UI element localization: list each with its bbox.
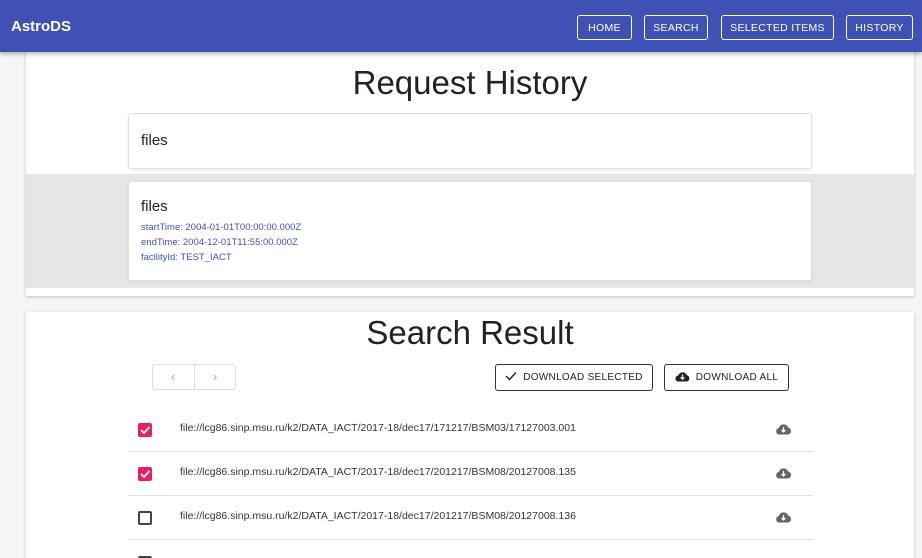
cloud-download-icon [675,371,690,385]
download-selected-label: DOWNLOAD SELECTED [523,372,643,383]
search-button[interactable]: SEARCH [644,15,708,40]
download-all-label: DOWNLOAD ALL [695,372,779,383]
app-title: AstroDS [11,18,72,35]
check-icon [505,371,517,384]
history-button[interactable]: HISTORY [846,15,913,40]
request-history-card: Request History files files startTime: 2… [26,52,914,296]
history-param-end-time: endTime: 2004-12-01T11:55:00.000Z [141,237,298,248]
file-path: file://lcg86.sinp.msu.ru/k2/DATA_IACT/20… [180,510,576,522]
next-page-button[interactable]: › [205,369,225,384]
row-checkbox[interactable] [138,511,152,525]
checkmark-icon [140,426,151,435]
home-button[interactable]: HOME [577,15,632,40]
results-title: Search Result [366,314,574,351]
file-path: file://lcg86.sinp.msu.ru/k2/DATA_IACT/20… [180,466,576,478]
pagination: ‹ › [152,364,236,390]
pager-divider [194,365,195,389]
history-param-start-time: startTime: 2004-01-01T00:00:00.000Z [141,222,302,233]
result-row: file://lcg86.sinp.msu.ru/k2/DATA_IACT/20… [128,496,812,540]
result-row: file://lcg86.sinp.msu.ru/k2/DATA_IACT/20… [128,408,812,452]
result-row-partial [128,540,812,558]
history-param-facility-id: facilityId: TEST_IACT [141,252,232,263]
cloud-download-icon[interactable] [775,466,792,484]
file-path: file://lcg86.sinp.msu.ru/k2/DATA_IACT/20… [180,422,576,434]
history-item-name: files [141,132,168,149]
download-selected-button[interactable]: DOWNLOAD SELECTED [495,364,653,391]
search-result-card: Search Result ‹ › DOWNLOAD SELECTED DOWN… [26,312,914,558]
history-item-name: files [141,198,168,215]
cloud-download-icon[interactable] [775,422,792,440]
row-checkbox[interactable] [138,467,152,481]
history-title: Request History [352,64,588,101]
result-row: file://lcg86.sinp.msu.ru/k2/DATA_IACT/20… [128,452,812,496]
prev-page-button[interactable]: ‹ [163,369,183,384]
selected-items-button[interactable]: SELECTED ITEMS [721,15,834,40]
row-checkbox[interactable] [138,423,152,437]
history-item[interactable]: files [128,113,812,169]
history-item-selected[interactable]: files startTime: 2004-01-01T00:00:00.000… [128,181,812,281]
cloud-download-icon[interactable] [775,510,792,528]
download-all-button[interactable]: DOWNLOAD ALL [664,364,789,391]
app-bar: AstroDS HOME SEARCH SELECTED ITEMS HISTO… [0,0,922,52]
checkmark-icon [140,470,151,479]
